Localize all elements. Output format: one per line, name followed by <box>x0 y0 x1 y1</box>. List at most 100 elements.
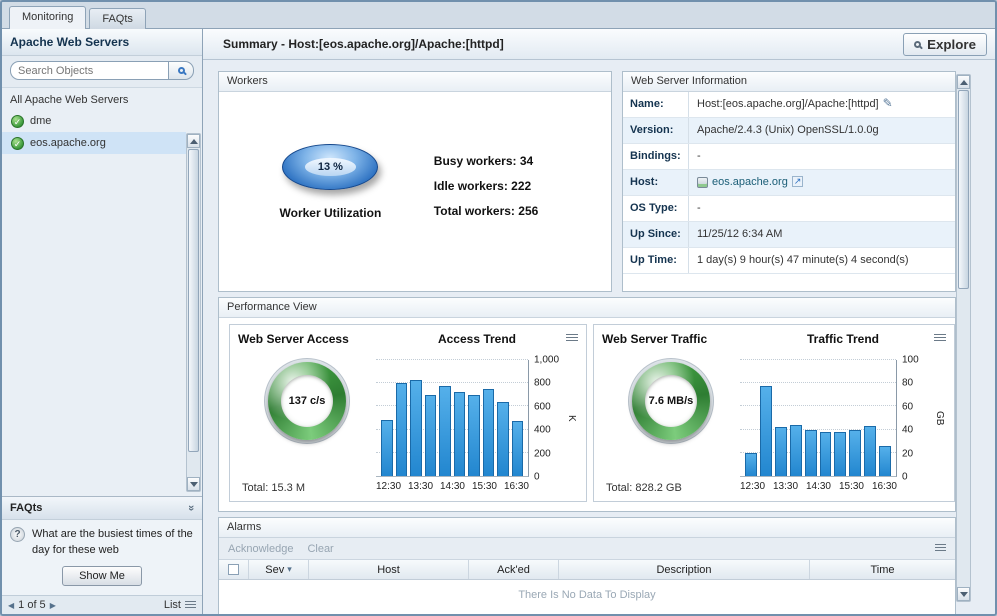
dropdown-arrow-icon: ▾ <box>287 564 292 575</box>
alarm-column-header[interactable]: Sev▾ <box>249 560 309 579</box>
server-list-title: All Apache Web Servers <box>2 88 202 110</box>
y-tick-label: 800 <box>534 378 551 389</box>
app-window: Monitoring FAQts Apache Web Servers All … <box>0 0 997 616</box>
collapse-icon[interactable]: » <box>185 505 197 511</box>
faqts-header[interactable]: FAQts » <box>2 496 202 520</box>
acknowledge-button[interactable]: Acknowledge <box>228 543 293 555</box>
list-view-label[interactable]: List <box>164 599 181 611</box>
scrollbar-thumb[interactable] <box>958 90 969 289</box>
access-gauge: 137 c/s <box>268 362 346 440</box>
trend-bar <box>820 432 832 476</box>
scrollbar-track[interactable] <box>957 89 970 587</box>
alarm-column-header[interactable]: Time <box>810 560 955 579</box>
traffic-x-axis: 12:3013:3014:3015:3016:30 <box>740 477 897 494</box>
tab-monitoring[interactable]: Monitoring <box>9 6 86 29</box>
access-x-axis: 12:3013:3014:3015:3016:30 <box>376 477 529 494</box>
info-table: Name:Host:[eos.apache.org]/Apache:[httpd… <box>623 92 955 274</box>
main-content: Workers 13 % Worker Utilization Busy wor… <box>203 60 995 614</box>
sidebar-bottom-bar: ◀ 1 of 5 ▶ List <box>2 595 202 614</box>
list-view-icon[interactable] <box>185 601 196 610</box>
y-tick-label: 20 <box>902 448 913 459</box>
traffic-y-axis: 020406080100 <box>897 360 933 477</box>
alarm-column-header[interactable]: Host <box>309 560 469 579</box>
column-label: Sev <box>265 564 284 576</box>
scroll-down-button[interactable] <box>187 477 200 491</box>
scroll-up-button[interactable] <box>957 75 970 89</box>
select-all-checkbox[interactable] <box>228 564 239 575</box>
search-icon <box>178 67 185 74</box>
search-input[interactable] <box>10 61 168 80</box>
workers-panel: Workers 13 % Worker Utilization Busy wor… <box>218 71 612 292</box>
clear-button[interactable]: Clear <box>307 543 333 555</box>
scrollbar-thumb[interactable] <box>188 149 199 452</box>
traffic-total: Total: 828.2 GB <box>602 482 740 494</box>
host-icon <box>697 177 708 188</box>
main-scrollbar[interactable] <box>956 74 971 602</box>
info-value: 11/25/12 6:34 AM <box>697 228 782 240</box>
page-indicator: 1 of 5 <box>18 599 46 611</box>
alarms-toolbar: Acknowledge Clear <box>219 538 955 560</box>
sidebar: Apache Web Servers All Apache Web Server… <box>2 29 203 614</box>
table-options-icon[interactable] <box>935 544 946 553</box>
traffic-subpanel: Web Server Traffic 7.6 MB/s Total: 828.2… <box>593 324 955 502</box>
search-button[interactable] <box>168 61 194 80</box>
page-title: Summary - Host:[eos.apache.org]/Apache:[… <box>223 37 504 51</box>
info-label: Bindings: <box>623 144 689 169</box>
y-tick-label: 60 <box>902 401 913 412</box>
stat-value: 222 <box>511 179 531 193</box>
x-tick-label: 14:30 <box>806 481 831 494</box>
info-row: Up Time:1 day(s) 9 hour(s) 47 minute(s) … <box>623 248 955 274</box>
x-tick-label: 14:30 <box>440 481 465 494</box>
access-total: Total: 15.3 M <box>238 482 376 494</box>
chart-options-icon[interactable] <box>566 334 578 343</box>
triangle-down-icon <box>960 592 968 597</box>
trend-bar <box>468 395 480 476</box>
edit-icon[interactable]: ✎ <box>883 98 893 108</box>
performance-panel-title: Performance View <box>219 298 955 318</box>
trend-bar <box>425 395 437 476</box>
x-tick-label: 15:30 <box>839 481 864 494</box>
sidebar-spacer <box>2 154 202 496</box>
x-tick-label: 12:30 <box>376 481 401 494</box>
next-page-icon[interactable]: ▶ <box>50 601 56 610</box>
trend-bar <box>790 425 802 476</box>
trend-bar <box>439 386 451 476</box>
traffic-trend-title: Traffic Trend <box>807 332 879 346</box>
scroll-up-button[interactable] <box>187 134 200 148</box>
explore-icon <box>914 41 921 48</box>
info-value: - <box>697 202 701 214</box>
alarm-column-header[interactable]: Description <box>559 560 810 579</box>
sidebar-scrollbar[interactable] <box>186 133 201 492</box>
select-all-cell <box>219 560 249 579</box>
stat-label: Idle workers: <box>434 179 508 193</box>
triangle-up-icon <box>190 139 198 144</box>
search-row <box>2 56 202 88</box>
server-list-item[interactable]: ✓dme <box>2 110 186 132</box>
explore-button[interactable]: Explore <box>903 33 987 56</box>
x-tick-label: 13:30 <box>408 481 433 494</box>
host-link[interactable]: eos.apache.org <box>712 176 788 188</box>
info-label: Host: <box>623 170 689 195</box>
server-list-item[interactable]: ✓eos.apache.org <box>2 132 186 154</box>
scroll-down-button[interactable] <box>957 587 970 601</box>
y-tick-label: 40 <box>902 425 913 436</box>
status-ok-icon: ✓ <box>11 137 24 150</box>
x-tick-label: 16:30 <box>504 481 529 494</box>
chart-options-icon[interactable] <box>934 334 946 343</box>
server-list: ✓dme✓eos.apache.org <box>2 110 186 154</box>
alarm-column-header[interactable]: Ack'ed <box>469 560 559 579</box>
worker-stats: Busy workers: 34Idle workers: 222Total w… <box>434 118 603 220</box>
worker-utilization-gauge: 13 % <box>282 144 378 190</box>
server-name: dme <box>30 115 51 127</box>
column-label: Description <box>656 564 711 576</box>
scrollbar-track[interactable] <box>187 148 200 477</box>
info-row: Version:Apache/2.4.3 (Unix) OpenSSL/1.0.… <box>623 118 955 144</box>
tab-bar: Monitoring FAQts <box>2 2 995 29</box>
prev-page-icon[interactable]: ◀ <box>8 601 14 610</box>
info-label: Version: <box>623 118 689 143</box>
alarms-panel: Alarms Acknowledge Clear Sev▾HostAck'edD… <box>218 517 956 614</box>
goto-icon[interactable]: ↗ <box>792 176 804 187</box>
alarms-panel-title: Alarms <box>219 518 955 538</box>
tab-faqts[interactable]: FAQts <box>89 8 146 29</box>
show-me-button[interactable]: Show Me <box>62 566 142 586</box>
